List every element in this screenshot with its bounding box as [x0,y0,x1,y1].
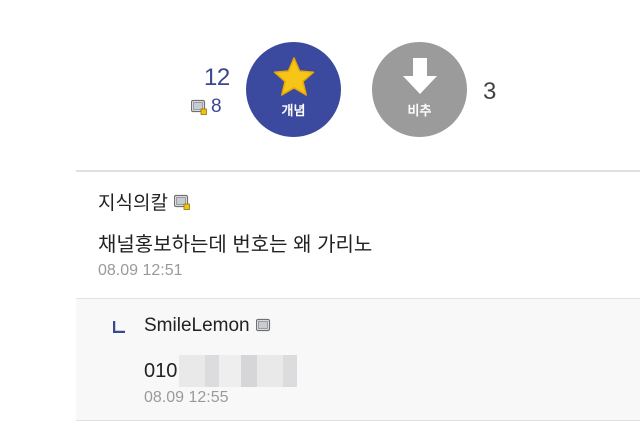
downvote-count: 3 [483,78,497,105]
fixed-nick-icon [190,99,207,115]
reply-author-name[interactable]: SmileLemon [144,315,250,337]
reply-text-value: 010 [144,359,178,382]
upvote-button[interactable]: 개념 [246,42,341,137]
fixed-nick-icon [173,194,190,210]
blurred-number [179,355,298,387]
reply-date: 08.09 12:55 [144,389,229,406]
fixed-count-value: 8 [211,96,222,117]
fixed-upvote-count: 8 [190,96,222,118]
star-icon [273,57,314,96]
comment-author[interactable]: 지식의칼 [98,188,190,215]
reply-item: SmileLemon 010 08.09 12:55 [76,298,640,421]
reply-text: 010 [144,355,298,387]
fixed-nick-icon [255,318,272,334]
upvote-count: 12 [204,64,230,91]
downvote-label: 비추 [407,103,432,118]
vote-area: 12 8 개념 비추 3 [0,0,640,170]
upvote-label: 개념 [281,103,306,118]
down-arrow-icon [402,58,437,94]
comment-date: 08.09 12:51 [98,262,183,279]
comment-list: 지식의칼 채널홍보하는데 번호는 왜 가리노 08.09 12:51 Smile… [76,170,640,448]
downvote-button[interactable]: 비추 [372,42,467,137]
divider [76,420,640,421]
reply-arrow-icon [113,321,125,333]
comment-item: 지식의칼 채널홍보하는데 번호는 왜 가리노 08.09 12:51 [76,170,640,298]
reply-author[interactable]: SmileLemon [144,315,272,337]
comment-author-name[interactable]: 지식의칼 [98,188,168,215]
comment-text: 채널홍보하는데 번호는 왜 가리노 [98,234,373,256]
